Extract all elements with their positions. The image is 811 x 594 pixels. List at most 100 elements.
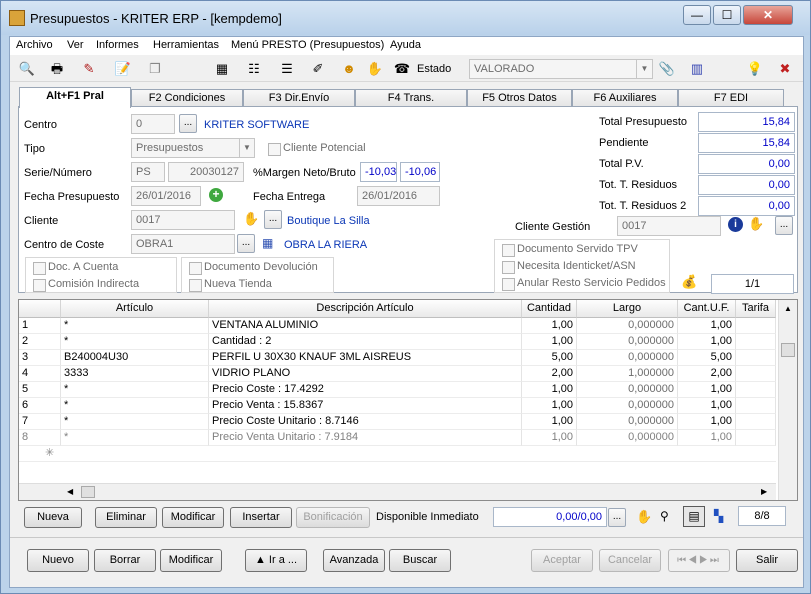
menu-ver[interactable]: Ver xyxy=(67,39,84,51)
cell-cantidad[interactable]: 2,00 xyxy=(522,366,577,382)
cliente-potencial-checkbox[interactable]: Cliente Potencial xyxy=(265,141,366,157)
last-record-icon[interactable]: ⏭ xyxy=(710,555,721,566)
ir-a-button[interactable]: ▲ Ir a ... xyxy=(245,549,307,572)
salir-button[interactable]: Salir xyxy=(736,549,798,572)
row-number[interactable]: 7 xyxy=(19,414,61,430)
cell-descripcion[interactable]: Precio Venta Unitario : 7.9184 xyxy=(209,430,522,446)
print-icon[interactable]: 🖶 xyxy=(48,60,66,77)
table-row[interactable]: 5 * Precio Coste : 17.4292 1,00 0,000000 1,00 xyxy=(19,382,776,398)
centro-lookup-button[interactable]: ... xyxy=(179,114,197,133)
cell-tarifa[interactable] xyxy=(736,318,776,334)
row-number[interactable]: 4 xyxy=(19,366,61,382)
cell-tarifa[interactable] xyxy=(736,334,776,350)
barcode-icon[interactable]: ▥ xyxy=(688,60,706,77)
scroll-left-icon[interactable]: ◀ xyxy=(67,487,73,496)
table-row[interactable]: 8 * Precio Venta Unitario : 7.9184 1,00 0,00… xyxy=(19,430,776,446)
close-button[interactable]: ✕ xyxy=(743,5,793,25)
cliente-lookup-button[interactable]: ... xyxy=(264,210,282,229)
handshake-icon[interactable]: ✋ xyxy=(243,211,259,227)
menu-ayuda[interactable]: Ayuda xyxy=(390,39,421,51)
numero-input[interactable]: 20030127 xyxy=(168,162,244,182)
scroll-right-icon[interactable]: ▶ xyxy=(761,487,767,496)
cell-descripcion[interactable]: VENTANA ALUMINIO xyxy=(209,318,522,334)
row-number[interactable]: 6 xyxy=(19,398,61,414)
cell-cantidad[interactable]: 1,00 xyxy=(522,398,577,414)
color-grid-icon[interactable]: ▚ xyxy=(714,509,723,523)
cell-articulo[interactable]: * xyxy=(61,398,209,414)
cell-descripcion[interactable]: Precio Coste Unitario : 8.7146 xyxy=(209,414,522,430)
cell-largo[interactable]: 1,000000 xyxy=(577,366,678,382)
buscar-button[interactable]: Buscar xyxy=(389,549,451,572)
fecha-entrega-input[interactable]: 26/01/2016 xyxy=(357,186,440,206)
row-number[interactable]: 2 xyxy=(19,334,61,350)
serie-input[interactable]: PS xyxy=(131,162,165,182)
handshake-icon[interactable]: ✋ xyxy=(636,509,652,525)
col-tarifa[interactable]: Tarifa xyxy=(736,300,776,318)
cell-cant-uf[interactable]: 1,00 xyxy=(678,382,736,398)
info-icon[interactable]: i xyxy=(728,217,743,232)
cliente-name[interactable]: Boutique La Silla xyxy=(287,215,370,227)
modificar-button[interactable]: Modificar xyxy=(160,549,222,572)
centro-input[interactable]: 0 xyxy=(131,114,175,134)
attach-icon[interactable]: 📎 xyxy=(658,60,676,77)
cell-articulo[interactable]: 3333 xyxy=(61,366,209,382)
bulb-icon[interactable]: 💡 xyxy=(746,60,764,77)
calculator-icon[interactable]: ▦ xyxy=(213,60,231,77)
tools-icon[interactable]: ✎ xyxy=(80,60,98,77)
borrar-button[interactable]: Borrar xyxy=(94,549,156,572)
doc-a-cuenta-checkbox[interactable]: Doc. A Cuenta xyxy=(30,260,118,276)
table-row[interactable]: 7 * Precio Coste Unitario : 8.7146 1,00 0,00… xyxy=(19,414,776,430)
centro-coste-input[interactable]: OBRA1 xyxy=(131,234,235,254)
nueva-linea-button[interactable]: Nueva xyxy=(24,507,82,528)
cell-descripcion[interactable]: Precio Venta : 15.8367 xyxy=(209,398,522,414)
binoculars-icon[interactable]: ⚲ xyxy=(660,509,669,523)
maximize-button[interactable]: ☐ xyxy=(713,5,741,25)
tab-otros-datos[interactable]: F5 Otros Datos xyxy=(467,89,572,107)
cell-cant-uf[interactable]: 1,00 xyxy=(678,334,736,350)
prev-record-icon[interactable]: ◀ xyxy=(688,555,699,566)
cell-largo[interactable]: 0,000000 xyxy=(577,334,678,350)
horizontal-scrollbar[interactable]: ◀ ▶ xyxy=(19,483,776,500)
copy-doc-icon[interactable]: ❐ xyxy=(146,60,164,77)
insertar-linea-button[interactable]: Insertar xyxy=(230,507,292,528)
next-record-icon[interactable]: ▶ xyxy=(699,555,710,566)
col-descripcion[interactable]: Descripción Artículo xyxy=(209,300,522,318)
cell-articulo[interactable]: * xyxy=(61,382,209,398)
grid-view-icon[interactable]: ▤ xyxy=(683,506,705,527)
row-number[interactable]: 5 xyxy=(19,382,61,398)
cell-cantidad[interactable]: 1,00 xyxy=(522,318,577,334)
table-row[interactable]: 4 3333 VIDRIO PLANO 2,00 1,000000 2,00 xyxy=(19,366,776,382)
tab-dir-envio[interactable]: F3 Dir.Envío xyxy=(243,89,355,107)
cell-cant-uf[interactable]: 1,00 xyxy=(678,398,736,414)
users-icon[interactable]: ☻ xyxy=(340,60,358,77)
tab-condiciones[interactable]: F2 Condiciones xyxy=(131,89,243,107)
phone-icon[interactable]: ☎ xyxy=(393,60,411,77)
cliente-gestion-input[interactable]: 0017 xyxy=(617,216,721,236)
cell-largo[interactable]: 0,000000 xyxy=(577,398,678,414)
vertical-scrollbar[interactable]: ▲ xyxy=(778,300,797,500)
cell-largo[interactable]: 0,000000 xyxy=(577,350,678,366)
exit-icon[interactable]: ✖ xyxy=(776,60,794,77)
new-row[interactable]: ✳ xyxy=(19,446,776,462)
cell-largo[interactable]: 0,000000 xyxy=(577,382,678,398)
modificar-linea-button[interactable]: Modificar xyxy=(162,507,224,528)
cell-tarifa[interactable] xyxy=(736,414,776,430)
edit-doc-icon[interactable]: 📝 xyxy=(114,60,132,77)
cell-largo[interactable]: 0,000000 xyxy=(577,318,678,334)
cell-cantidad[interactable]: 1,00 xyxy=(522,414,577,430)
row-number[interactable]: 1 xyxy=(19,318,61,334)
aceptar-button[interactable]: Aceptar xyxy=(531,549,593,572)
cell-cant-uf[interactable]: 1,00 xyxy=(678,414,736,430)
tab-principal[interactable]: Alt+F1 Pral xyxy=(19,87,131,108)
eliminar-linea-button[interactable]: Eliminar xyxy=(95,507,157,528)
cell-cant-uf[interactable]: 2,00 xyxy=(678,366,736,382)
col-cantidad[interactable]: Cantidad xyxy=(522,300,577,318)
nuevo-button[interactable]: Nuevo xyxy=(27,549,89,572)
bonificacion-button[interactable]: Bonificación xyxy=(296,507,370,528)
documento-devolucion-checkbox[interactable]: Documento Devolución xyxy=(186,260,318,276)
chevron-down-icon[interactable]: ▼ xyxy=(239,139,254,157)
centro-coste-lookup-button[interactable]: ... xyxy=(237,234,255,253)
necesita-identicket-checkbox[interactable]: Necesita Identicket/ASN xyxy=(499,259,636,275)
menu-presto[interactable]: Menú PRESTO (Presupuestos) xyxy=(231,39,384,51)
tab-trans[interactable]: F4 Trans. xyxy=(355,89,467,107)
